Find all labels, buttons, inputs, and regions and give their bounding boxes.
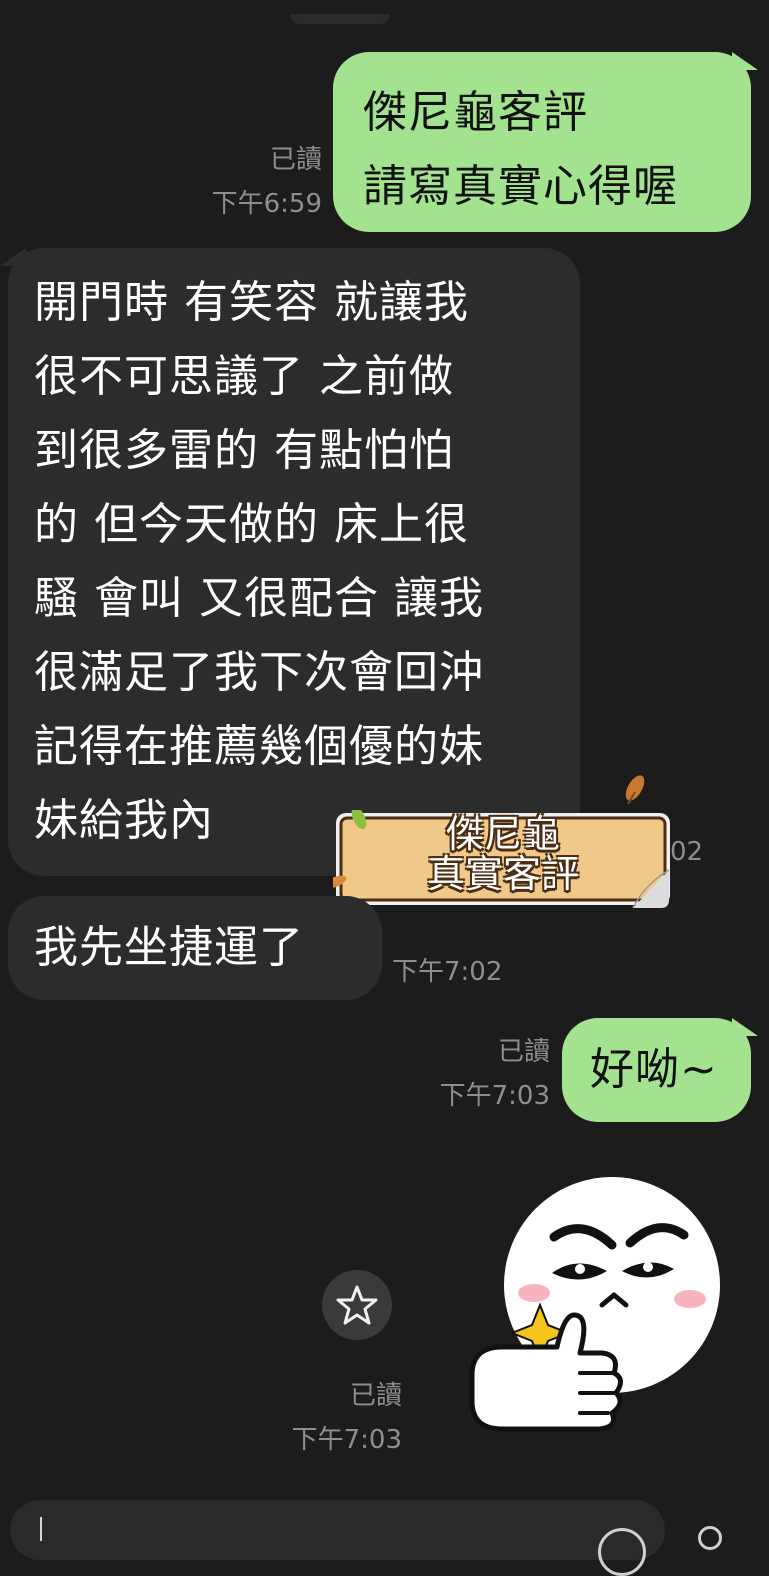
label-sticker-text: 傑尼龜 真實客評	[333, 814, 673, 894]
timestamp: 下午7:03	[439, 1081, 550, 1111]
star-icon	[336, 1285, 378, 1325]
label-line: 傑尼龜	[445, 812, 560, 856]
read-receipt: 已讀	[497, 1037, 550, 1067]
message-text: 好呦~	[590, 1044, 718, 1095]
message-text: 記得在推薦幾個優的妹	[34, 721, 484, 772]
bubble-tail	[0, 248, 26, 266]
message-meta: 已讀 下午7:03	[270, 1374, 402, 1462]
message-text: 傑尼龜客評	[363, 87, 588, 138]
label-line: 真實客評	[426, 852, 579, 896]
message-bubble-outgoing[interactable]: 好呦~	[562, 1018, 751, 1122]
message-text: 到很多雷的 有點怕怕	[34, 425, 454, 476]
favorite-button[interactable]	[322, 1270, 392, 1340]
read-receipt: 已讀	[269, 145, 322, 175]
message-text: 很滿足了我下次會回沖	[34, 647, 484, 698]
timestamp: 下午7:03	[291, 1425, 402, 1455]
text-cursor	[40, 1517, 42, 1541]
message-text: 的 但今天做的 床上很	[34, 499, 469, 550]
message-text: 請寫真實心得喔	[363, 161, 678, 212]
bubble-tail	[732, 1018, 758, 1036]
message-meta: 已讀 下午6:59	[190, 138, 322, 226]
top-notch	[290, 14, 390, 24]
message-bubble-incoming[interactable]: 開門時 有笑容 就讓我 很不可思議了 之前做 到很多雷的 有點怕怕 的 但今天做…	[8, 248, 580, 876]
timestamp-partial: 02	[670, 837, 704, 867]
leaf-icon	[625, 775, 645, 805]
bubble-tail	[732, 52, 758, 70]
message-text: 我先坐捷運了	[34, 922, 304, 973]
message-text: 開門時 有笑容 就讓我	[34, 277, 469, 328]
message-bubble-incoming[interactable]: 我先坐捷運了	[8, 896, 382, 1000]
moon-thumbs-up-sticker[interactable]	[462, 1165, 752, 1455]
timestamp: 下午7:02	[392, 957, 503, 987]
message-text: 很不可思議了 之前做	[34, 351, 454, 402]
mic-icon[interactable]	[698, 1526, 722, 1550]
read-receipt: 已讀	[349, 1381, 402, 1411]
message-text: 騷 會叫 又很配合 讓我	[34, 573, 484, 624]
message-meta: 已讀 下午7:03	[420, 1030, 550, 1118]
message-input[interactable]	[10, 1500, 665, 1560]
emoji-icon[interactable]	[598, 1528, 646, 1576]
message-bubble-outgoing[interactable]: 傑尼龜客評 請寫真實心得喔	[333, 52, 751, 232]
timestamp: 下午6:59	[211, 189, 322, 219]
